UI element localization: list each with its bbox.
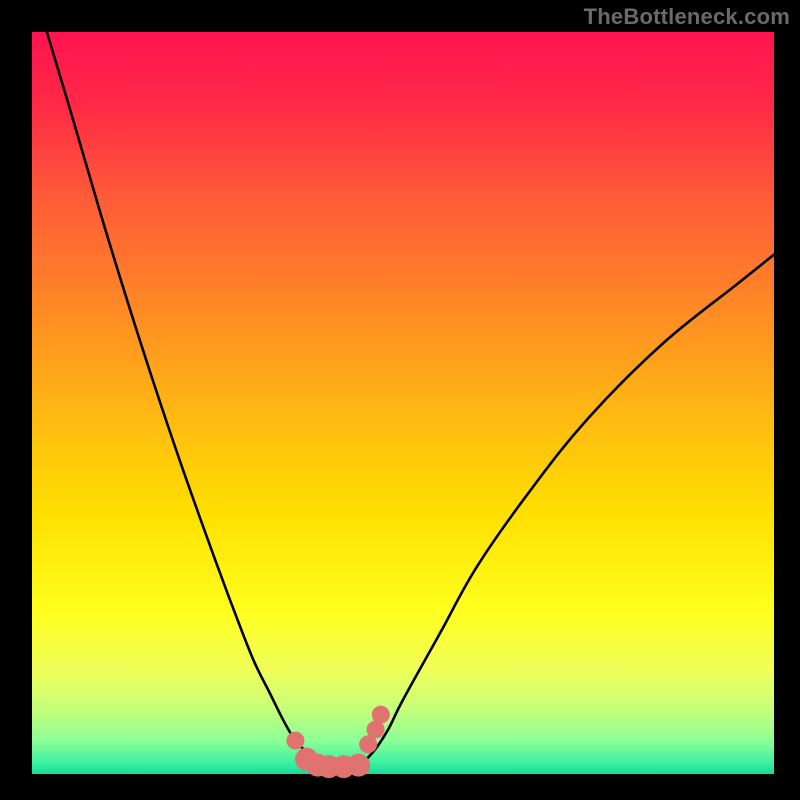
plot-background — [32, 32, 774, 774]
optimal-marker — [372, 706, 390, 724]
chart-frame: TheBottleneck.com — [0, 0, 800, 800]
optimal-marker — [286, 732, 304, 750]
watermark-text: TheBottleneck.com — [584, 4, 790, 30]
optimal-marker — [347, 754, 370, 777]
bottleneck-chart — [0, 0, 800, 800]
